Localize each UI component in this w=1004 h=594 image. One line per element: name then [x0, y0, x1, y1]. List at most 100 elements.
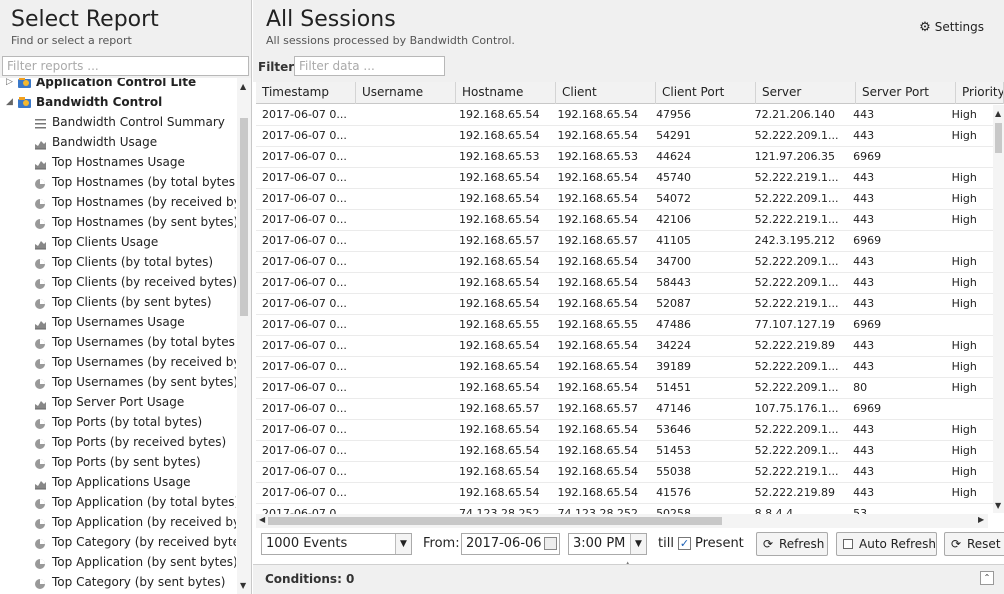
tree-report-item[interactable]: Top Application (by total bytes): [0, 492, 236, 512]
table-row[interactable]: 2017-06-07 0... 192.168.65.54 192.168.65.5…: [256, 336, 993, 357]
table-cell: 74.123.28.252: [459, 507, 540, 514]
column-header-server[interactable]: Server: [756, 82, 856, 104]
tree-report-item[interactable]: Top Applications Usage: [0, 472, 236, 492]
table-row[interactable]: 2017-06-07 0... 192.168.65.54 192.168.65.5…: [256, 105, 993, 126]
table-row[interactable]: 2017-06-07 0... 192.168.65.57 192.168.65.5…: [256, 399, 993, 420]
tree-folder-application-control-lite[interactable]: ▷ Application Control Lite: [0, 78, 236, 92]
scrollbar-thumb[interactable]: [995, 123, 1002, 153]
tree-report-item[interactable]: Top Usernames (by sent bytes): [0, 372, 236, 392]
tree-report-item[interactable]: Top Application (by sent bytes): [0, 552, 236, 572]
tree-report-item[interactable]: Top Ports (by sent bytes): [0, 452, 236, 472]
column-header-priority[interactable]: Priority: [956, 82, 1004, 104]
list-icon: [34, 116, 47, 129]
scroll-down-icon[interactable]: ▼: [995, 501, 1001, 510]
tree-report-item[interactable]: Top Category (by received bytes): [0, 532, 236, 552]
table-cell: High: [951, 381, 977, 394]
table-cell: 192.168.65.57: [557, 234, 639, 247]
tree-report-item[interactable]: Top Hostnames Usage: [0, 152, 236, 172]
present-label: Present: [695, 536, 744, 551]
reset-button[interactable]: ⟳ Reset: [944, 532, 1004, 556]
table-row[interactable]: 2017-06-07 0... 192.168.65.54 192.168.65.5…: [256, 168, 993, 189]
table-row[interactable]: 2017-06-07 0... 192.168.65.54 192.168.65.5…: [256, 210, 993, 231]
column-header-hostname[interactable]: Hostname: [456, 82, 556, 104]
chevron-down-icon[interactable]: ▼: [395, 534, 411, 554]
table-row[interactable]: 2017-06-07 0... 192.168.65.54 192.168.65.5…: [256, 357, 993, 378]
table-row[interactable]: 2017-06-07 0... 192.168.65.54 192.168.65.5…: [256, 420, 993, 441]
calendar-icon[interactable]: [544, 537, 557, 550]
table-row[interactable]: 2017-06-07 0... 192.168.65.57 192.168.65.5…: [256, 231, 993, 252]
from-date-input[interactable]: 2017-06-06: [461, 533, 560, 555]
table-cell: 443: [853, 465, 875, 478]
table-cell: 52.222.219.1...: [754, 465, 839, 478]
query-toolbar: 1000 Events ▼ From: 2017-06-06 3:00 PM ▼…: [253, 528, 1004, 560]
tree-report-item[interactable]: Top Server Port Usage: [0, 392, 236, 412]
report-tree: ▷ Application Control Lite ◢ Bandwidth Cont…: [0, 78, 236, 594]
column-header-client-port[interactable]: Client Port: [656, 82, 756, 104]
scroll-right-icon[interactable]: ▶: [978, 515, 984, 524]
collapse-arrow-icon[interactable]: ◢: [6, 92, 14, 112]
table-row[interactable]: 2017-06-07 0... 192.168.65.54 192.168.65.5…: [256, 273, 993, 294]
table-cell: 192.168.65.54: [557, 192, 639, 205]
scroll-up-icon[interactable]: ▲: [240, 82, 246, 91]
settings-button[interactable]: ⚙ Settings: [919, 20, 984, 35]
tree-report-item[interactable]: Top Clients (by received bytes): [0, 272, 236, 292]
tree-report-label: Top Clients (by total bytes): [52, 255, 214, 269]
auto-refresh-checkbox[interactable]: [843, 539, 853, 549]
expand-arrow-icon[interactable]: ▷: [6, 78, 14, 92]
tree-folder-bandwidth-control[interactable]: ◢ Bandwidth Control: [0, 92, 236, 112]
from-time-select[interactable]: 3:00 PM ▼: [568, 533, 647, 555]
column-header-client[interactable]: Client: [556, 82, 656, 104]
tree-report-item[interactable]: Top Clients (by sent bytes): [0, 292, 236, 312]
table-row[interactable]: 2017-06-07 0... 192.168.65.54 192.168.65.5…: [256, 252, 993, 273]
tree-report-item[interactable]: Bandwidth Control Summary: [0, 112, 236, 132]
table-row[interactable]: 2017-06-07 0... 74.123.28.252 74.123.28.25…: [256, 504, 993, 514]
scroll-left-icon[interactable]: ◀: [259, 515, 265, 524]
refresh-button[interactable]: ⟳ Refresh: [756, 532, 828, 556]
table-row[interactable]: 2017-06-07 0... 192.168.65.53 192.168.65.5…: [256, 147, 993, 168]
present-checkbox[interactable]: ✓: [678, 537, 691, 550]
tree-report-item[interactable]: Top Clients (by total bytes): [0, 252, 236, 272]
conditions-panel[interactable]: Conditions: 0 ⌃: [253, 564, 1004, 594]
table-row[interactable]: 2017-06-07 0... 192.168.65.54 192.168.65.5…: [256, 126, 993, 147]
column-header-timestamp[interactable]: Timestamp: [256, 82, 356, 104]
tree-report-item[interactable]: Top Application (by received bytes): [0, 512, 236, 532]
table-horizontal-scrollbar[interactable]: ◀ ▶: [256, 514, 988, 528]
tree-report-item[interactable]: Top Usernames (by received bytes): [0, 352, 236, 372]
tree-folder-label: Application Control Lite: [36, 78, 197, 89]
table-row[interactable]: 2017-06-07 0... 192.168.65.54 192.168.65.5…: [256, 441, 993, 462]
table-cell: 2017-06-07 0...: [262, 192, 347, 205]
collapse-icon[interactable]: ⌃: [980, 571, 994, 585]
tree-report-item[interactable]: Bandwidth Usage: [0, 132, 236, 152]
table-row[interactable]: 2017-06-07 0... 192.168.65.54 192.168.65.5…: [256, 189, 993, 210]
tree-report-item[interactable]: Top Ports (by total bytes): [0, 412, 236, 432]
data-filter-input[interactable]: [294, 56, 445, 76]
scrollbar-thumb[interactable]: [268, 517, 722, 525]
tree-report-item[interactable]: Top Hostnames (by total bytes): [0, 172, 236, 192]
tree-report-item[interactable]: Top Clients Usage: [0, 232, 236, 252]
table-row[interactable]: 2017-06-07 0... 192.168.65.55 192.168.65.5…: [256, 315, 993, 336]
tree-report-item[interactable]: Top Usernames (by total bytes): [0, 332, 236, 352]
table-row[interactable]: 2017-06-07 0... 192.168.65.54 192.168.65.5…: [256, 378, 993, 399]
tree-report-item[interactable]: Top Usernames Usage: [0, 312, 236, 332]
tree-report-item[interactable]: Top Category (by sent bytes): [0, 572, 236, 592]
tree-report-label: Top Clients Usage: [52, 235, 159, 249]
scroll-up-icon[interactable]: ▲: [995, 109, 1001, 118]
table-vertical-scrollbar[interactable]: ▲ ▼: [993, 105, 1004, 513]
column-header-server-port[interactable]: Server Port: [856, 82, 956, 104]
auto-refresh-button[interactable]: Auto Refresh: [836, 532, 937, 556]
tree-report-item[interactable]: Top Ports (by received bytes): [0, 432, 236, 452]
tree-report-label: Bandwidth Usage: [52, 135, 158, 149]
tree-report-item[interactable]: Top Hostnames (by sent bytes): [0, 212, 236, 232]
table-cell: 6969: [853, 402, 882, 415]
tree-report-item[interactable]: Top Hostnames (by received byt...: [0, 192, 236, 212]
scroll-down-icon[interactable]: ▼: [240, 581, 246, 590]
scrollbar-thumb[interactable]: [240, 118, 248, 316]
tree-scrollbar[interactable]: ▲ ▼: [237, 78, 251, 594]
table-row[interactable]: 2017-06-07 0... 192.168.65.54 192.168.65.5…: [256, 483, 993, 504]
table-row[interactable]: 2017-06-07 0... 192.168.65.54 192.168.65.5…: [256, 462, 993, 483]
table-row[interactable]: 2017-06-07 0... 192.168.65.54 192.168.65.5…: [256, 294, 993, 315]
report-filter-input[interactable]: [2, 56, 249, 76]
column-header-username[interactable]: Username: [356, 82, 456, 104]
chevron-down-icon[interactable]: ▼: [630, 534, 646, 554]
events-limit-select[interactable]: 1000 Events ▼: [261, 533, 412, 555]
